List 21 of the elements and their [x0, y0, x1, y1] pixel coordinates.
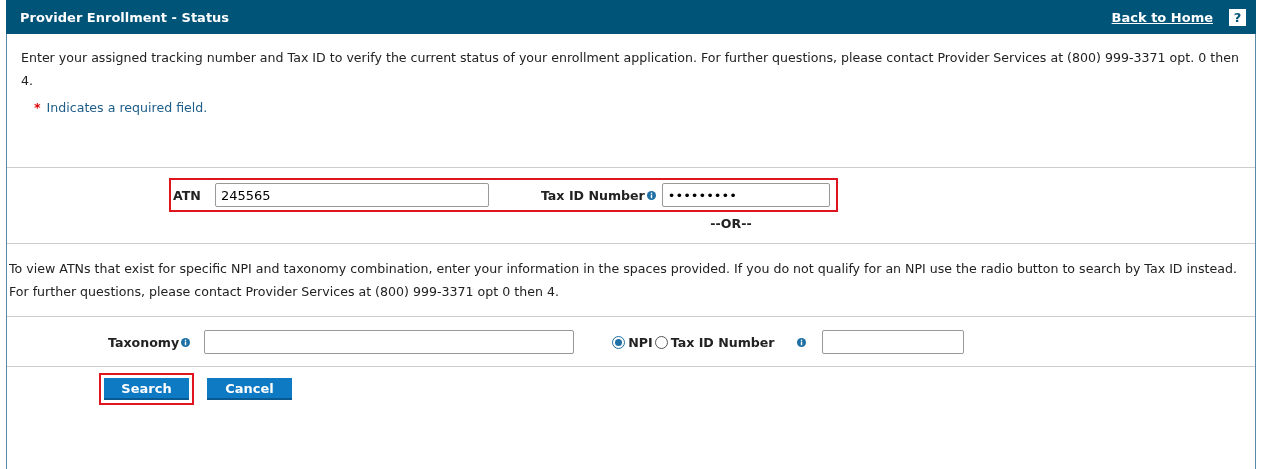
field-label: ATN: [173, 187, 201, 203]
or-separator: --OR--: [709, 216, 753, 231]
back-to-home-link[interactable]: Back to Home: [1111, 9, 1213, 25]
search-button[interactable]: Search: [104, 378, 189, 400]
id-number-field[interactable]: [821, 330, 964, 354]
info-icon[interactable]: [796, 337, 806, 347]
field-label: Taxonomy: [108, 334, 180, 350]
info-icon[interactable]: [646, 190, 656, 200]
intro-text: Enter your assigned tracking number and Tax ID to verify the current status of your enrollment application. For further questions, please contact Provider Services at (800) 999-3371 opt. 0 then 4.: [20, 49, 1240, 90]
help-button[interactable]: ?: [1229, 8, 1246, 26]
tax-id-field[interactable]: •••••••••: [661, 183, 830, 207]
required-note: * Indicates a required field.: [33, 99, 209, 115]
page-title: Provider Enrollment - Status: [20, 9, 231, 25]
field-label: Tax ID Number: [540, 187, 645, 203]
radio-option[interactable]: Tax ID Number: [654, 334, 775, 350]
cancel-button[interactable]: Cancel: [207, 378, 292, 400]
info-icon[interactable]: [181, 337, 191, 347]
radio-option[interactable]: NPI: [612, 334, 653, 350]
taxonomy-field[interactable]: [204, 330, 575, 354]
npi-instructions: To view ATNs that exist for specific NPI and taxonomy combination, enter your information in the spaces provided. If you do not qualify for an NPI use the radio button to search by Tax ID instead. For further questions, please contact Provider Services at (800) 999-3371 opt 0 then 4.: [8, 260, 1238, 301]
atn-field[interactable]: 245565: [214, 183, 489, 207]
